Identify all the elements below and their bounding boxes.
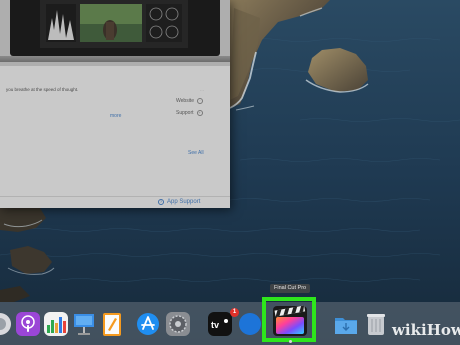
website-link[interactable]: Website · bbox=[176, 98, 203, 104]
lifebuoy-icon: + bbox=[196, 110, 203, 116]
app-support-label: App Support bbox=[167, 199, 201, 205]
system-preferences-icon[interactable] bbox=[166, 311, 190, 337]
more-link[interactable]: more bbox=[110, 113, 121, 119]
preview-art bbox=[40, 0, 188, 48]
developer-label: ⋯ bbox=[200, 88, 204, 93]
preview-image bbox=[40, 0, 188, 48]
wikihow-watermark: wikiHow bbox=[392, 321, 460, 339]
app-store-window: ⋯ you breathe at the speed of thought. W… bbox=[0, 0, 230, 208]
compass-icon: · bbox=[196, 98, 203, 104]
website-label: Website bbox=[176, 98, 194, 104]
partial-app-icon[interactable] bbox=[0, 311, 12, 337]
watermark-wiki: wiki bbox=[392, 321, 427, 339]
app-hero-banner bbox=[0, 0, 230, 66]
svg-text:tv: tv bbox=[211, 320, 219, 330]
section-divider bbox=[0, 196, 230, 197]
watermark-how: How bbox=[426, 321, 460, 339]
support-label: Support bbox=[176, 110, 194, 116]
numbers-icon[interactable] bbox=[44, 311, 68, 337]
macbook-screenshot bbox=[10, 0, 220, 56]
blue-app-icon[interactable] bbox=[238, 311, 262, 337]
pages-icon[interactable] bbox=[100, 311, 124, 337]
app-store-icon[interactable] bbox=[136, 311, 160, 337]
see-all-link[interactable]: See All bbox=[188, 150, 204, 156]
trash-icon[interactable] bbox=[364, 311, 388, 337]
keynote-icon[interactable] bbox=[72, 311, 96, 337]
running-indicator bbox=[289, 340, 292, 343]
downloads-folder-icon[interactable] bbox=[334, 311, 358, 337]
app-description: you breathe at the speed of thought. bbox=[6, 87, 79, 92]
help-icon: ? bbox=[158, 199, 164, 205]
apple-tv-icon[interactable]: tv bbox=[208, 311, 232, 337]
podcasts-icon[interactable] bbox=[16, 311, 40, 337]
highlight-box bbox=[262, 297, 316, 342]
macbook-base bbox=[0, 56, 230, 62]
app-support-link[interactable]: ? App Support bbox=[158, 199, 200, 205]
dock-tooltip: Final Cut Pro bbox=[270, 284, 311, 293]
support-link[interactable]: Support + bbox=[176, 110, 203, 116]
